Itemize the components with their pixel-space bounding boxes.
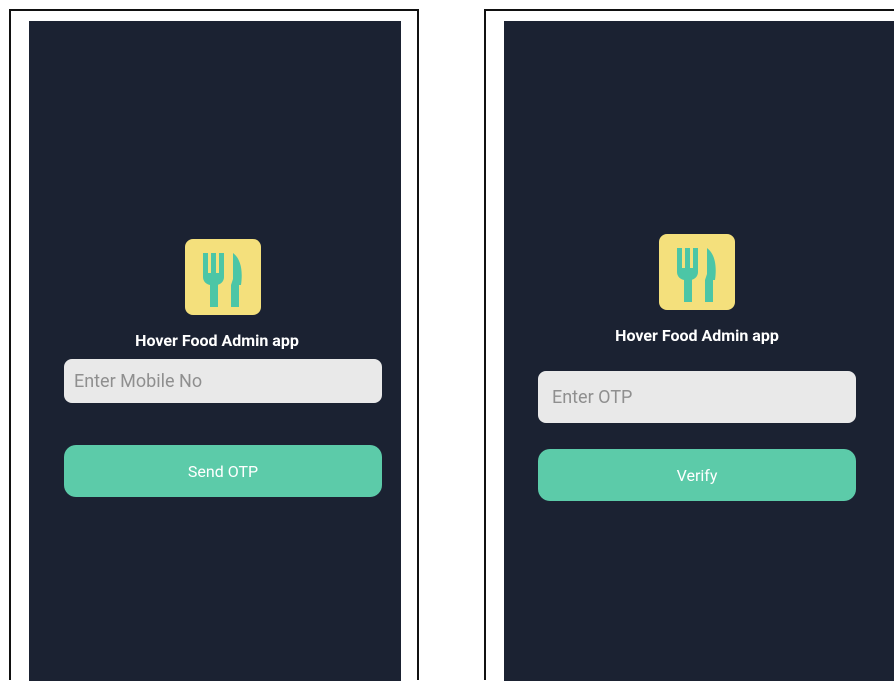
send-otp-button[interactable]: Send OTP xyxy=(64,445,382,497)
app-logo-fork-knife-icon xyxy=(659,234,735,310)
verify-screen: Hover Food Admin app Enter OTP Verify xyxy=(504,21,894,681)
verify-button[interactable]: Verify xyxy=(538,449,856,501)
app-title: Hover Food Admin app xyxy=(615,326,779,345)
otp-input[interactable]: Enter OTP xyxy=(538,371,856,423)
fork-knife-icon xyxy=(677,248,716,302)
phone-frame-verify: Hover Food Admin app Enter OTP Verify xyxy=(484,9,894,681)
login-screen: Hover Food Admin app Enter Mobile No Sen… xyxy=(29,21,401,681)
mobile-number-input[interactable]: Enter Mobile No xyxy=(64,359,382,403)
otp-placeholder: Enter OTP xyxy=(552,386,633,408)
mobile-number-placeholder: Enter Mobile No xyxy=(74,370,203,392)
fork-knife-icon xyxy=(203,253,242,307)
app-logo-fork-knife-icon xyxy=(185,239,261,315)
phone-frame-login: Hover Food Admin app Enter Mobile No Sen… xyxy=(9,9,419,681)
app-title: Hover Food Admin app xyxy=(135,331,299,350)
